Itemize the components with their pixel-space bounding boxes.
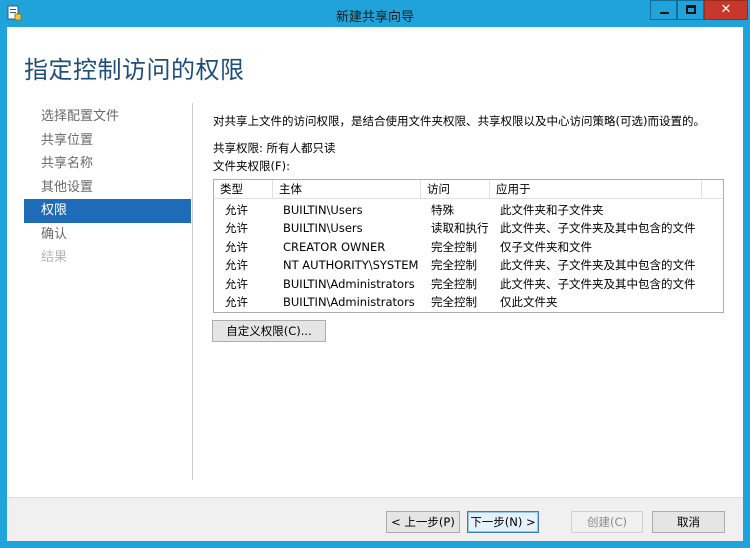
create-button: 创建(C) <box>571 511 643 533</box>
cell-principal: CREATOR OWNER <box>283 239 386 254</box>
back-button[interactable]: < 上一步(P) <box>386 511 460 533</box>
wizard-window: 新建共享向导 ✕ 指定控制访问的权限 选择配置文件 共享位置 共享名称 其他设置… <box>0 0 750 548</box>
cell-applies-to: 此文件夹、子文件夹及其中包含的文件 <box>500 221 696 236</box>
nav-item-confirmation[interactable]: 确认 <box>24 223 191 247</box>
cell-principal: NT AUTHORITY\SYSTEM <box>283 258 419 273</box>
cell-access: 完全控制 <box>431 239 477 254</box>
column-header-applies-to[interactable]: 应用于 <box>490 180 702 199</box>
folder-permissions-table[interactable]: 类型 主体 访问 应用于 允许 BUILTIN\Users 特殊 此文件夹和子文… <box>213 179 724 313</box>
column-header-filler <box>702 180 723 199</box>
cell-applies-to: 此文件夹、子文件夹及其中包含的文件 <box>500 276 696 291</box>
nav-item-select-profile[interactable]: 选择配置文件 <box>24 105 191 129</box>
intro-text: 对共享上文件的访问权限，是结合使用文件夹权限、共享权限以及中心访问策略(可选)而… <box>213 114 705 128</box>
title-bar[interactable]: 新建共享向导 ✕ <box>0 0 750 27</box>
cell-type: 允许 <box>225 258 248 273</box>
minimize-button[interactable] <box>650 0 677 20</box>
nav-item-share-name[interactable]: 共享名称 <box>24 152 191 176</box>
cell-type: 允许 <box>225 203 248 217</box>
table-row[interactable]: 允许 BUILTIN\Users 特殊 此文件夹和子文件夹 <box>214 201 723 219</box>
cell-applies-to: 此文件夹、子文件夹及其中包含的文件 <box>500 258 696 273</box>
folder-permission-label: 文件夹权限(F): <box>213 159 290 173</box>
cell-type: 允许 <box>225 239 248 254</box>
nav-divider <box>192 103 193 480</box>
maximize-button[interactable] <box>677 0 704 20</box>
column-header-type[interactable]: 类型 <box>214 180 273 199</box>
customize-permissions-button[interactable]: 自定义权限(C)... <box>212 320 326 342</box>
cell-principal: BUILTIN\Users <box>283 221 363 236</box>
cell-access: 完全控制 <box>431 258 477 273</box>
share-permission-text: 共享权限: 所有人都只读 <box>213 141 336 155</box>
cell-principal: BUILTIN\Users <box>283 203 363 217</box>
column-header-principal[interactable]: 主体 <box>273 180 421 199</box>
close-icon: ✕ <box>720 2 732 17</box>
page-heading: 指定控制访问的权限 <box>24 56 245 84</box>
cell-type: 允许 <box>225 276 248 291</box>
cell-type: 允许 <box>225 295 248 309</box>
table-row[interactable]: 允许 BUILTIN\Users 读取和执行 此文件夹、子文件夹及其中包含的文件 <box>214 219 723 237</box>
nav-item-share-location[interactable]: 共享位置 <box>24 129 191 153</box>
permissions-content: 对共享上文件的访问权限，是结合使用文件夹权限、共享权限以及中心访问策略(可选)而… <box>213 113 733 173</box>
cell-type: 允许 <box>225 221 248 236</box>
table-row[interactable]: 允许 BUILTIN\Administrators 完全控制 此文件夹、子文件夹… <box>214 275 723 293</box>
wizard-step-nav: 选择配置文件 共享位置 共享名称 其他设置 权限 确认 结果 <box>24 105 191 270</box>
table-row[interactable]: 允许 CREATOR OWNER 完全控制 仅子文件夹和文件 <box>214 238 723 256</box>
cell-access: 完全控制 <box>431 295 477 309</box>
minimize-icon <box>660 12 669 14</box>
cancel-button[interactable]: 取消 <box>652 511 725 533</box>
close-button[interactable]: ✕ <box>704 0 748 20</box>
nav-item-permissions[interactable]: 权限 <box>24 199 191 223</box>
column-header-access[interactable]: 访问 <box>421 180 490 199</box>
nav-item-results: 结果 <box>41 250 68 265</box>
wizard-client-area: 指定控制访问的权限 选择配置文件 共享位置 共享名称 其他设置 权限 确认 结果… <box>7 27 743 541</box>
cell-applies-to: 仅子文件夹和文件 <box>500 239 592 254</box>
next-button[interactable]: 下一步(N) > <box>467 511 539 533</box>
table-header: 类型 主体 访问 应用于 <box>214 180 723 199</box>
maximize-icon <box>686 5 696 14</box>
cell-principal: BUILTIN\Administrators <box>283 276 415 291</box>
window-title: 新建共享向导 <box>335 10 414 25</box>
cell-access: 完全控制 <box>431 276 477 291</box>
nav-item-other-settings[interactable]: 其他设置 <box>24 176 191 200</box>
cell-applies-to: 仅此文件夹 <box>500 295 558 309</box>
table-row[interactable]: 允许 BUILTIN\Administrators 完全控制 仅此文件夹 <box>214 293 723 311</box>
cell-access: 读取和执行 <box>431 221 489 236</box>
cell-principal: BUILTIN\Administrators <box>283 295 415 309</box>
table-row[interactable]: 允许 NT AUTHORITY\SYSTEM 完全控制 此文件夹、子文件夹及其中… <box>214 256 723 274</box>
cell-applies-to: 此文件夹和子文件夹 <box>500 203 604 217</box>
cell-access: 特殊 <box>431 203 454 217</box>
